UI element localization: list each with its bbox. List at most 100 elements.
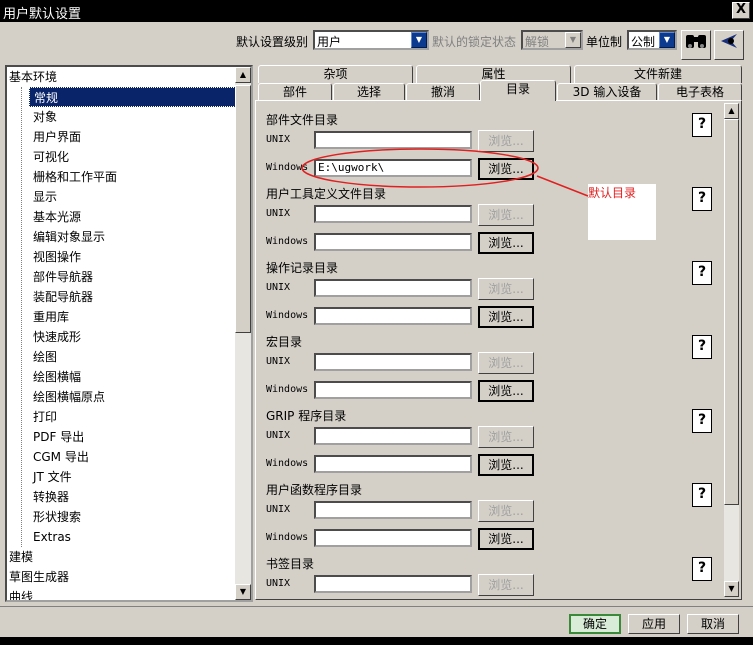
section-title: GRIP 程序目录 (266, 409, 347, 423)
tree-item[interactable]: 用户界面 (29, 127, 81, 147)
browse-button[interactable]: 浏览... (478, 278, 534, 300)
tab[interactable]: 3D 输入设备 (557, 83, 657, 101)
browse-button[interactable]: 浏览... (478, 232, 534, 254)
tree-item[interactable]: 形状搜索 (29, 507, 81, 527)
cancel-button[interactable]: 取消 (687, 614, 739, 634)
tree-item[interactable]: 转换器 (29, 487, 69, 507)
tree-item[interactable]: JT 文件 (29, 467, 72, 487)
tree-item[interactable]: 打印 (29, 407, 57, 427)
tree-item[interactable]: 装配导航器 (29, 287, 93, 307)
unix-path-input[interactable] (314, 575, 472, 593)
tree-item[interactable]: 快速成形 (29, 327, 81, 347)
windows-path-input[interactable] (314, 233, 472, 251)
browse-button[interactable]: 浏览... (478, 500, 534, 522)
tab[interactable]: 文件新建 (574, 65, 742, 83)
windows-label: Windows (266, 458, 309, 469)
unix-path-input[interactable] (314, 353, 472, 371)
unit-select[interactable]: 公制 ▼ (627, 30, 677, 50)
browse-button[interactable]: 浏览... (478, 454, 534, 476)
tab[interactable]: 目录 (480, 80, 556, 101)
ok-button[interactable]: 确定 (569, 614, 621, 634)
tree-item[interactable]: 基本光源 (29, 207, 81, 227)
scroll-thumb[interactable] (724, 119, 739, 505)
windows-label: Windows (266, 310, 309, 321)
tab[interactable]: 电子表格 (658, 83, 742, 101)
section-title: 用户函数程序目录 (266, 483, 363, 497)
chevron-down-icon[interactable]: ▼ (565, 32, 581, 48)
scroll-thumb[interactable] (235, 85, 251, 333)
tree-item[interactable]: 建模 (9, 547, 33, 567)
tree-scrollbar[interactable]: ▲ ▼ (235, 67, 251, 600)
category-tree[interactable]: 基本环境 常规 对象 用户界面 可视化 栅格和工作平面 显示 基本光源 编辑对象显示 视图操作部… (5, 65, 253, 602)
tree-item[interactable]: 编辑对象显示 (29, 227, 105, 247)
help-icon[interactable]: ? (692, 483, 712, 507)
tree-item[interactable]: 曲线 (9, 587, 33, 600)
annotation-text: 默认目录 (588, 186, 637, 200)
close-button[interactable]: X (732, 2, 750, 19)
unix-path-input[interactable] (314, 427, 472, 445)
unix-path-input[interactable] (314, 205, 472, 223)
tree-item[interactable]: 草图生成器 (9, 567, 69, 587)
panel-scrollbar[interactable]: ▲ ▼ (724, 103, 739, 597)
tab[interactable]: 选择 (333, 83, 405, 101)
apply-button[interactable]: 应用 (628, 614, 680, 634)
lock-select-value: 解锁 (525, 35, 550, 49)
tab[interactable]: 杂项 (258, 65, 413, 83)
help-icon[interactable]: ? (692, 557, 712, 581)
browse-button[interactable]: 浏览... (478, 574, 534, 596)
windows-path-input[interactable] (314, 381, 472, 399)
scroll-up-icon[interactable]: ▲ (724, 103, 739, 119)
divider (0, 606, 753, 607)
chevron-down-icon[interactable]: ▼ (411, 32, 427, 48)
windows-label: Windows (266, 236, 309, 247)
help-icon[interactable]: ? (692, 113, 712, 137)
chevron-down-icon[interactable]: ▼ (659, 32, 675, 48)
tree-item[interactable]: 视图操作 (29, 247, 81, 267)
windows-label: Windows (266, 532, 309, 543)
level-select[interactable]: 用户 ▼ (313, 30, 429, 50)
scroll-down-icon[interactable]: ▼ (724, 581, 739, 597)
tree-connector (21, 87, 22, 547)
scroll-down-icon[interactable]: ▼ (235, 584, 251, 600)
help-icon[interactable]: ? (692, 335, 712, 359)
tree-item[interactable]: 可视化 (29, 147, 69, 167)
help-icon[interactable]: ? (692, 409, 712, 433)
tree-item[interactable]: 栅格和工作平面 (29, 167, 117, 187)
help-icon[interactable]: ? (692, 187, 712, 211)
browse-button[interactable]: 浏览... (478, 426, 534, 448)
annotation-overlay (301, 148, 589, 197)
navigator-icon[interactable] (714, 30, 744, 60)
windows-path-input[interactable] (314, 307, 472, 325)
unix-path-input[interactable] (314, 279, 472, 297)
section-title: 操作记录目录 (266, 261, 339, 275)
level-select-value: 用户 (317, 35, 342, 49)
tree-item[interactable]: 绘图横幅原点 (29, 387, 105, 407)
tree-item[interactable]: 常规 (29, 87, 238, 107)
section-title: 书签目录 (266, 557, 315, 571)
tab[interactable]: 撤消 (406, 83, 480, 101)
binoculars-icon[interactable] (681, 30, 711, 60)
browse-button[interactable]: 浏览... (478, 306, 534, 328)
unix-path-input[interactable] (314, 501, 472, 519)
tree-item[interactable]: PDF 导出 (29, 427, 84, 447)
tree-item[interactable]: 显示 (29, 187, 57, 207)
section-title: 部件文件目录 (266, 113, 339, 127)
tree-item[interactable]: 绘图横幅 (29, 367, 81, 387)
browse-button[interactable]: 浏览... (478, 352, 534, 374)
windows-path-input[interactable] (314, 529, 472, 547)
tree-item-basic-env[interactable]: 基本环境 (9, 67, 57, 87)
browse-button[interactable]: 浏览... (478, 204, 534, 226)
lock-select[interactable]: 解锁 ▼ (521, 30, 583, 50)
tree-item[interactable]: 绘图 (29, 347, 57, 367)
tree-item[interactable]: 部件导航器 (29, 267, 93, 287)
browse-button[interactable]: 浏览... (478, 380, 534, 402)
tab[interactable]: 部件 (258, 83, 332, 101)
tree-item[interactable]: 重用库 (29, 307, 69, 327)
help-icon[interactable]: ? (692, 261, 712, 285)
scroll-up-icon[interactable]: ▲ (235, 67, 251, 83)
tree-item[interactable]: Extras (29, 527, 71, 547)
browse-button[interactable]: 浏览... (478, 528, 534, 550)
tree-item[interactable]: CGM 导出 (29, 447, 89, 467)
windows-path-input[interactable] (314, 455, 472, 473)
tree-item[interactable]: 对象 (29, 107, 57, 127)
